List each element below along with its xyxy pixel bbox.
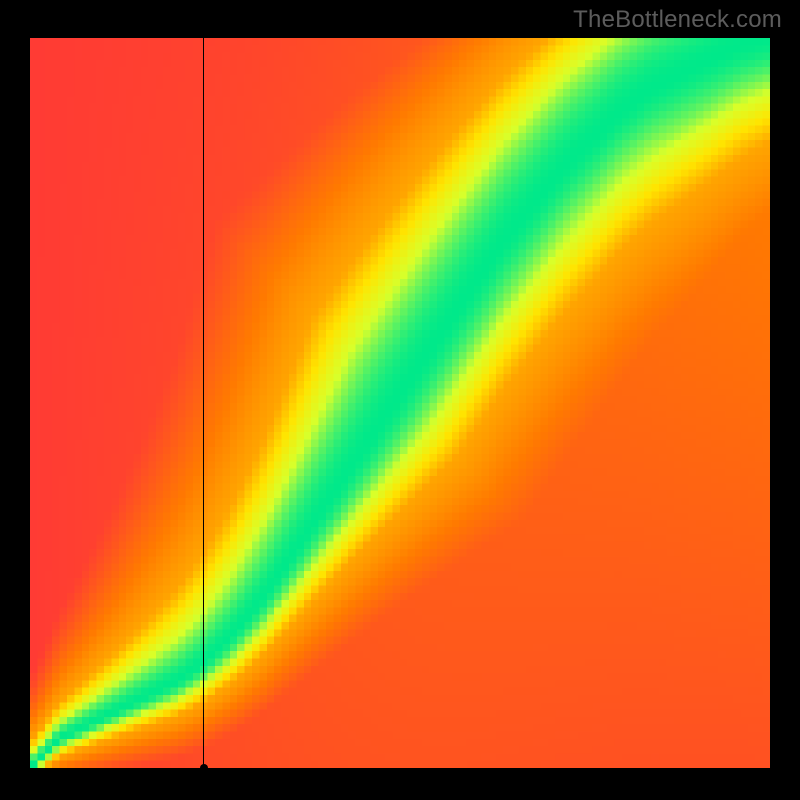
chart-frame: TheBottleneck.com xyxy=(0,0,800,800)
crosshair-marker-dot xyxy=(200,764,208,772)
plot-area xyxy=(30,38,770,768)
crosshair-horizontal xyxy=(30,768,770,769)
heatmap-canvas xyxy=(30,38,770,768)
crosshair-vertical xyxy=(203,38,204,768)
watermark-text: TheBottleneck.com xyxy=(573,6,782,34)
